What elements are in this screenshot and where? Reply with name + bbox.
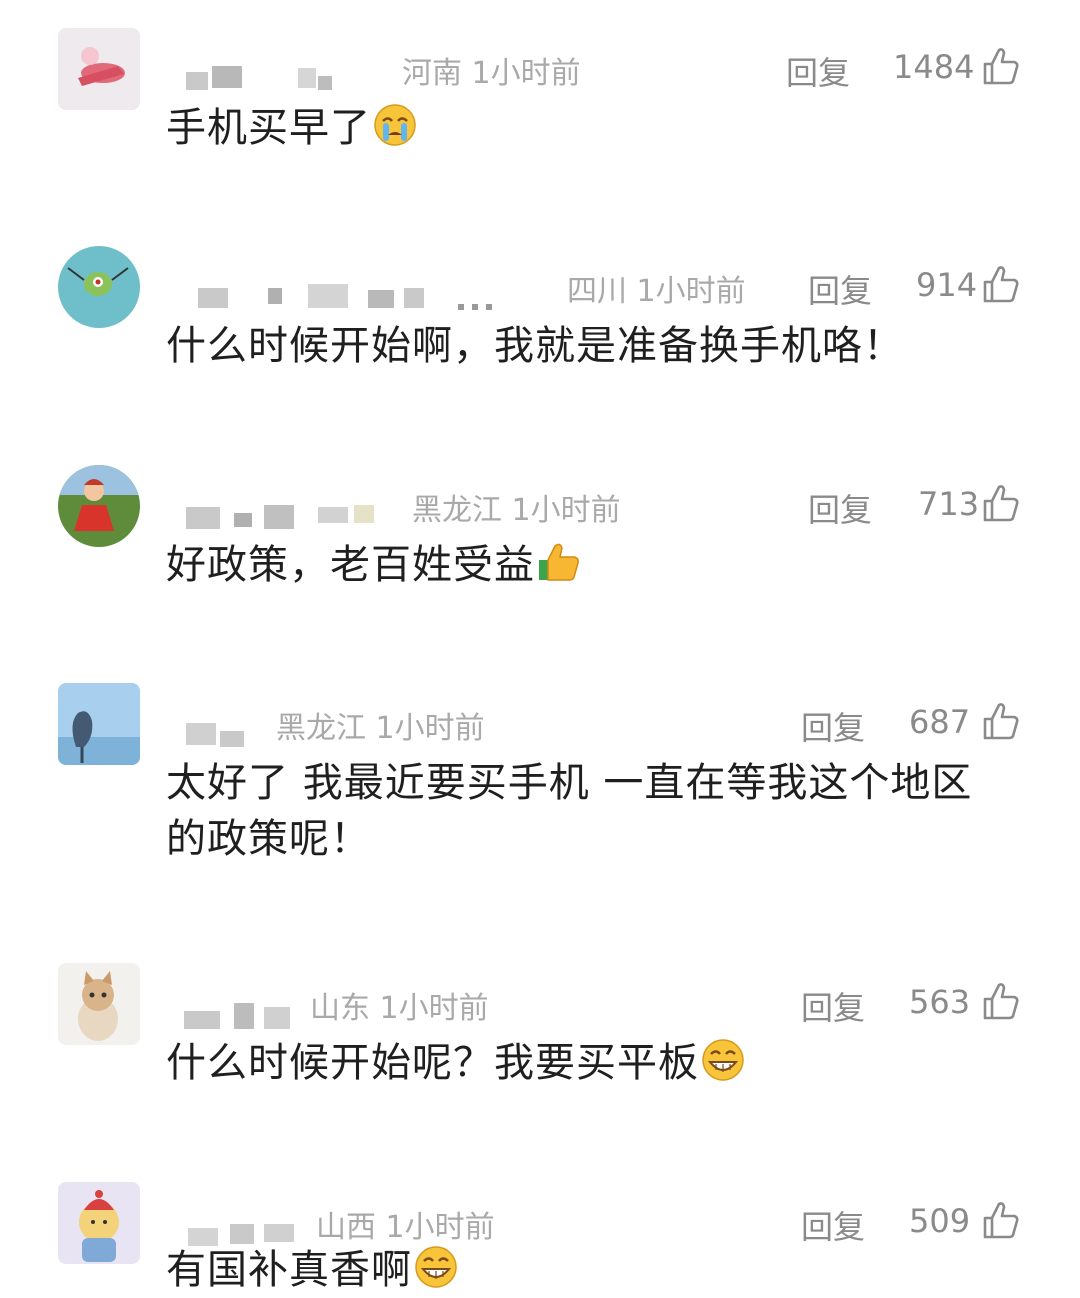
avatar[interactable] bbox=[58, 963, 140, 1045]
comment-text: 什么时候开始啊，我就是准备换手机咯！ bbox=[166, 323, 904, 369]
avatar[interactable] bbox=[58, 28, 140, 110]
reply-button[interactable]: 回复 bbox=[808, 485, 872, 531]
like-count: 713 bbox=[918, 485, 980, 523]
location-time: 山东 1小时前 bbox=[310, 991, 489, 1026]
avatar[interactable] bbox=[58, 1182, 140, 1264]
reply-button[interactable]: 回复 bbox=[801, 703, 865, 749]
grinning-face-emoji-icon bbox=[415, 1246, 457, 1288]
username-blurred[interactable] bbox=[168, 264, 518, 314]
like-count: 914 bbox=[916, 266, 978, 304]
username-blurred[interactable] bbox=[168, 981, 308, 1031]
crying-face-emoji-icon bbox=[374, 104, 416, 146]
thumbs-up-outline-icon[interactable] bbox=[982, 701, 1020, 741]
location-time: 山西 1小时前 bbox=[316, 1210, 495, 1245]
thumbs-up-outline-icon[interactable] bbox=[982, 981, 1020, 1021]
avatar[interactable] bbox=[58, 465, 140, 547]
avatar[interactable] bbox=[58, 683, 140, 765]
location-time: 河南 1小时前 bbox=[402, 56, 581, 91]
thumbs-up-outline-icon[interactable] bbox=[982, 46, 1020, 86]
thumbs-up-outline-icon[interactable] bbox=[982, 1200, 1020, 1240]
comment-text: 太好了 我最近要买手机 一直在等我这个地区的政策呢！ bbox=[166, 760, 973, 862]
avatar[interactable] bbox=[58, 246, 140, 328]
like-count: 563 bbox=[909, 983, 971, 1021]
comment-text: 好政策，老百姓受益 bbox=[166, 537, 1026, 593]
reply-button[interactable]: 回复 bbox=[786, 48, 850, 94]
like-count: 1484 bbox=[893, 48, 975, 86]
thumbs-up-emoji-icon bbox=[539, 543, 579, 581]
comment-text: 有国补真香啊 bbox=[166, 1242, 1026, 1298]
username-blurred[interactable] bbox=[168, 701, 268, 751]
like-count: 687 bbox=[909, 703, 971, 741]
location-time: 黑龙江 1小时前 bbox=[276, 711, 485, 746]
username-blurred[interactable] bbox=[168, 483, 408, 533]
comment-text: 手机买早了 bbox=[166, 100, 1026, 156]
comment-text: 什么时候开始呢？我要买平板 bbox=[166, 1035, 1026, 1091]
location-time: 黑龙江 1小时前 bbox=[412, 493, 621, 528]
like-count: 509 bbox=[909, 1202, 971, 1240]
reply-button[interactable]: 回复 bbox=[801, 983, 865, 1029]
location-time: 四川 1小时前 bbox=[567, 274, 746, 309]
thumbs-up-outline-icon[interactable] bbox=[982, 483, 1020, 523]
grinning-face-emoji-icon bbox=[702, 1039, 744, 1081]
reply-button[interactable]: 回复 bbox=[808, 266, 872, 312]
username-blurred[interactable] bbox=[168, 46, 368, 96]
thumbs-up-outline-icon[interactable] bbox=[982, 264, 1020, 304]
